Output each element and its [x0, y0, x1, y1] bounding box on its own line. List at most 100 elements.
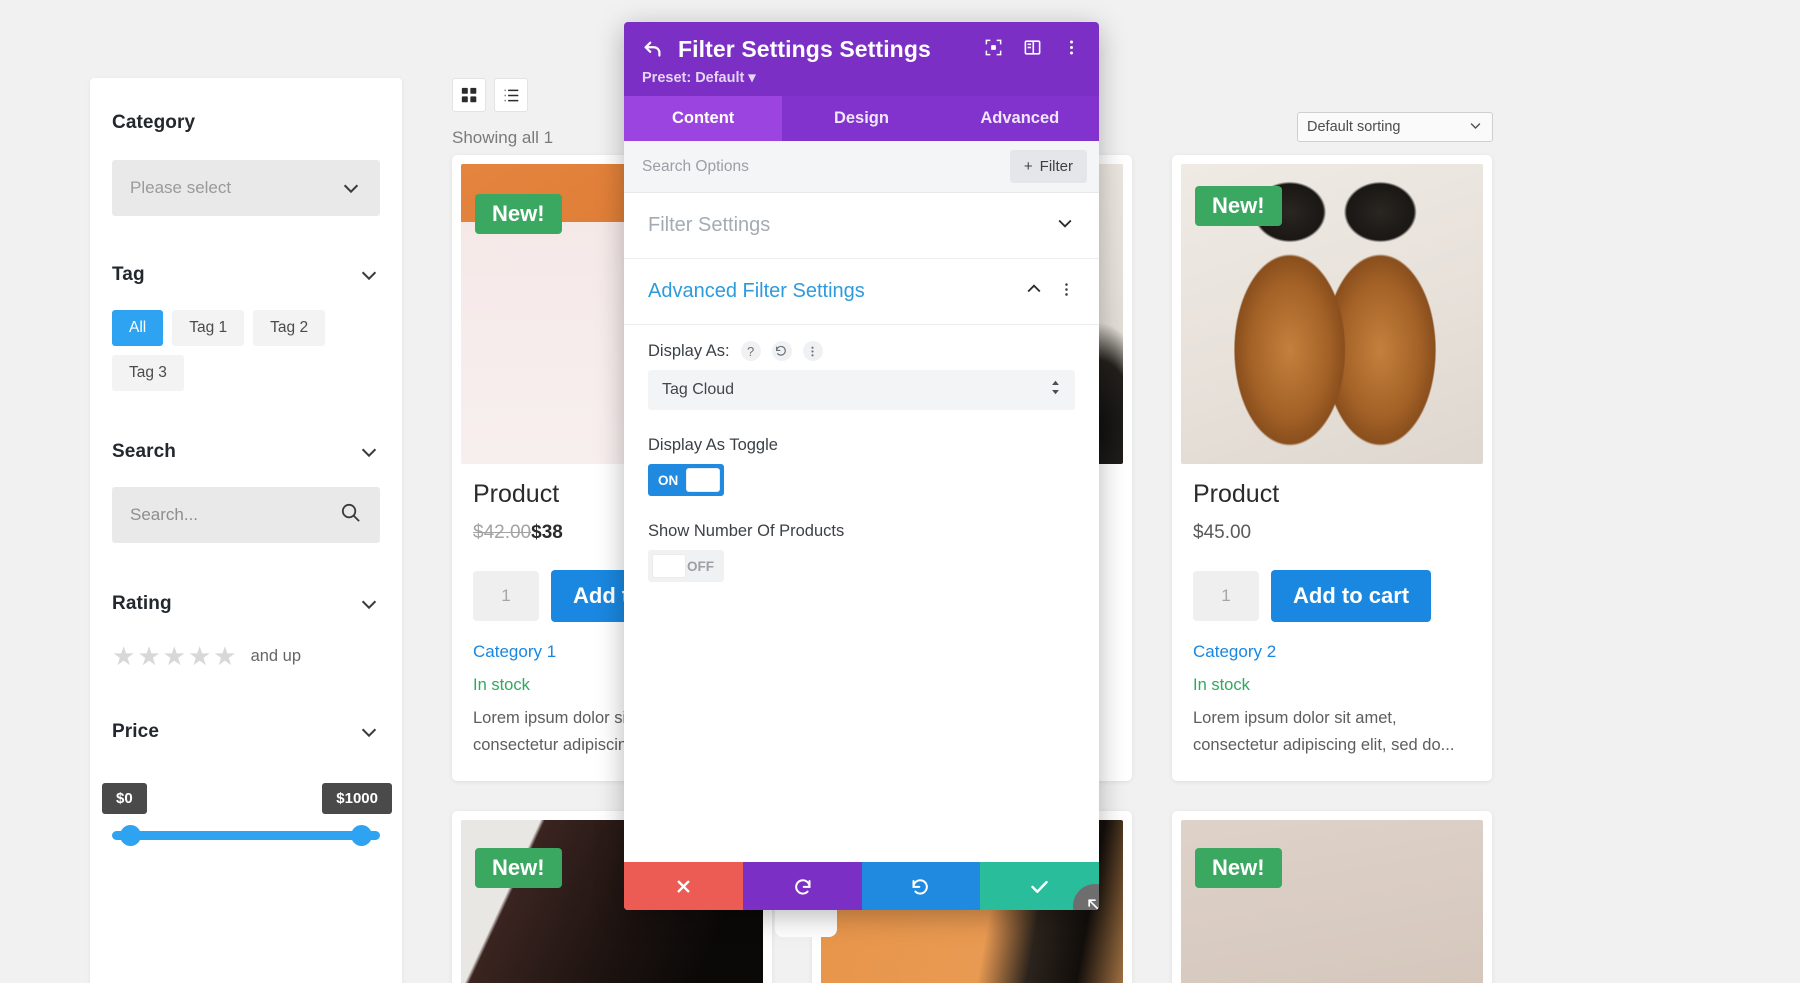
rating-title: Rating: [112, 593, 172, 614]
product-image[interactable]: New!: [1181, 820, 1483, 983]
category-block: Category Please select: [112, 106, 380, 216]
plus-icon: +: [1023, 158, 1033, 175]
star-icon[interactable]: ★: [112, 643, 135, 669]
search-input[interactable]: Search...: [112, 487, 380, 543]
search-header[interactable]: Search: [112, 435, 380, 463]
display-as-value: Tag Cloud: [662, 381, 735, 398]
toggle-knob: [652, 554, 686, 578]
tab-advanced[interactable]: Advanced: [941, 96, 1099, 141]
chevron-down-icon[interactable]: [1055, 213, 1075, 238]
star-icon[interactable]: ★: [163, 643, 186, 669]
more-options-icon[interactable]: [1062, 38, 1081, 62]
section-advanced-filter-settings-title: Advanced Filter Settings: [648, 280, 865, 302]
product-price-new: $45.00: [1193, 522, 1252, 543]
price-slider-track[interactable]: [112, 831, 380, 840]
tag-option-2[interactable]: Tag 2: [253, 310, 326, 346]
tag-options: All Tag 1 Tag 2 Tag 3: [112, 310, 362, 391]
preset-selector[interactable]: Preset: Default ▾: [642, 70, 1081, 86]
modal-header-icons: [984, 38, 1081, 62]
rating-suffix: and up: [250, 646, 302, 665]
field-options-icon[interactable]: [802, 341, 823, 361]
search-placeholder: Search...: [130, 505, 199, 524]
sorting-select[interactable]: Default sorting: [1297, 112, 1493, 142]
tag-option-all[interactable]: All: [112, 310, 164, 346]
price-slider[interactable]: $0 $1000: [102, 783, 392, 853]
quantity-input[interactable]: 1: [1193, 571, 1259, 621]
preset-label: Preset: Default: [642, 70, 745, 86]
modal-title-row: Filter Settings Settings: [642, 36, 1081, 63]
show-number-of-products-field: Show Number Of Products OFF: [624, 496, 1099, 582]
back-icon[interactable]: [642, 39, 664, 61]
display-as-select[interactable]: Tag Cloud: [648, 370, 1075, 410]
section-advanced-controls: [1024, 279, 1075, 304]
quantity-input[interactable]: 1: [473, 571, 539, 621]
product-card[interactable]: New!: [1172, 811, 1492, 983]
reset-icon[interactable]: [771, 341, 792, 361]
add-filter-button[interactable]: + Filter: [1009, 150, 1087, 183]
redo-button[interactable]: [861, 862, 981, 910]
category-select-value: Please select: [130, 178, 232, 197]
focus-target-icon[interactable]: [984, 38, 1003, 62]
help-icon[interactable]: ?: [740, 341, 761, 361]
star-icon[interactable]: ★: [213, 643, 236, 669]
updown-caret-icon: [1050, 379, 1061, 401]
add-filter-label: Filter: [1039, 158, 1073, 175]
section-advanced-filter-settings[interactable]: Advanced Filter Settings: [624, 259, 1099, 325]
product-card[interactable]: New! Product $45.00 1 Add to cart Catego…: [1172, 155, 1492, 782]
product-image[interactable]: New!: [1181, 164, 1483, 464]
chevron-up-icon[interactable]: [1024, 279, 1044, 304]
rating-stars[interactable]: ★ ★ ★ ★ ★ and up: [112, 643, 380, 669]
display-as-toggle-field: Display As Toggle ON: [624, 410, 1099, 496]
filter-settings-modal: Filter Settings Settings Preset: Default…: [624, 22, 1099, 910]
display-as-field: Display As: ? Tag Cloud: [624, 325, 1099, 410]
modal-tabs: Content Design Advanced: [624, 96, 1099, 141]
category-header: Category: [112, 106, 380, 134]
price-slider-handle-min[interactable]: [120, 825, 141, 846]
product-price-old: $42.00: [473, 522, 532, 543]
list-view-button[interactable]: [494, 78, 528, 112]
layout-panel-icon[interactable]: [1023, 38, 1042, 62]
section-more-options-icon[interactable]: [1058, 281, 1075, 303]
tab-design[interactable]: Design: [782, 96, 940, 141]
display-as-toggle[interactable]: ON: [648, 464, 724, 496]
new-badge: New!: [1195, 848, 1282, 889]
product-category-link[interactable]: Category 2: [1193, 642, 1471, 662]
section-filter-settings-controls: [1055, 213, 1075, 238]
product-name: Product: [1193, 480, 1280, 508]
tag-title: Tag: [112, 264, 145, 285]
price-min-label: $0: [102, 783, 147, 814]
star-icon[interactable]: ★: [188, 643, 211, 669]
cancel-button[interactable]: [624, 862, 743, 910]
show-number-of-products-label: Show Number Of Products: [648, 522, 845, 540]
rating-header[interactable]: Rating: [112, 587, 380, 615]
tag-option-3[interactable]: Tag 3: [112, 355, 184, 391]
chevron-down-icon: [340, 177, 362, 199]
section-filter-settings[interactable]: Filter Settings: [624, 193, 1099, 259]
search-icon[interactable]: [339, 501, 362, 529]
undo-button[interactable]: [742, 862, 862, 910]
tag-option-1[interactable]: Tag 1: [172, 310, 245, 346]
tab-content[interactable]: Content: [624, 96, 783, 141]
chevron-down-icon[interactable]: [358, 593, 380, 615]
category-select[interactable]: Please select: [112, 160, 380, 216]
price-block: Price $0 $1000: [102, 715, 392, 853]
price-slider-handle-max[interactable]: [351, 825, 372, 846]
display-as-toggle-label: Display As Toggle: [648, 436, 778, 454]
show-number-of-products-state: OFF: [687, 558, 714, 574]
star-icon[interactable]: ★: [137, 643, 160, 669]
search-options-input[interactable]: Search Options: [642, 158, 749, 176]
price-max-label: $1000: [322, 783, 392, 814]
price-title: Price: [112, 721, 159, 742]
product-stock-status: In stock: [1193, 676, 1250, 694]
page-root: Category Please select Tag All Tag 1 Tag…: [0, 0, 1800, 983]
search-title: Search: [112, 441, 176, 462]
show-number-of-products-toggle[interactable]: OFF: [648, 550, 724, 582]
add-to-cart-button[interactable]: Add to cart: [1271, 570, 1432, 622]
grid-view-button[interactable]: [452, 78, 486, 112]
tag-header[interactable]: Tag: [112, 258, 380, 286]
chevron-down-icon[interactable]: [358, 264, 380, 286]
chevron-down-icon[interactable]: [358, 441, 380, 463]
chevron-down-icon[interactable]: [358, 721, 380, 743]
display-as-label-row: Display As: ?: [648, 341, 1075, 361]
price-header[interactable]: Price: [112, 715, 380, 743]
